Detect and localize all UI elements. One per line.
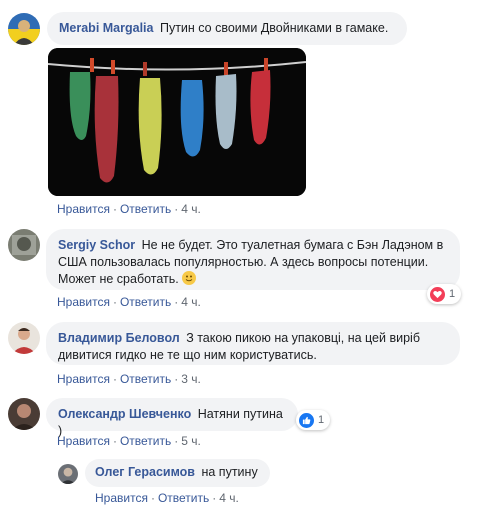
like-link[interactable]: Нравится bbox=[57, 372, 110, 386]
avatar[interactable] bbox=[58, 464, 78, 484]
separator: · bbox=[174, 434, 179, 448]
separator: · bbox=[112, 372, 117, 386]
reaction-count: 1 bbox=[318, 414, 325, 426]
comment-actions: Нравится · Ответить · 4 ч. bbox=[57, 202, 201, 216]
avatar[interactable] bbox=[8, 322, 40, 354]
comment-text: Путин со своими Двойниками в гамаке. bbox=[159, 21, 389, 35]
like-link[interactable]: Нравится bbox=[57, 434, 110, 448]
comment-actions: Нравится · Ответить · 4 ч. bbox=[57, 295, 201, 309]
timestamp[interactable]: 4 ч. bbox=[181, 202, 201, 216]
reaction-count: 1 bbox=[449, 288, 456, 300]
reply-link[interactable]: Ответить bbox=[120, 202, 171, 216]
comment-bubble: Владимир Беловол З такою пикою на упаков… bbox=[46, 322, 460, 365]
avatar[interactable] bbox=[8, 13, 40, 45]
separator: · bbox=[112, 202, 117, 216]
avatar[interactable] bbox=[8, 398, 40, 430]
heart-icon bbox=[430, 286, 445, 302]
comment-bubble: Олег Герасимов на путину bbox=[85, 459, 270, 487]
comment-actions: Нравится · Ответить · 4 ч. bbox=[95, 491, 239, 505]
like-link[interactable]: Нравится bbox=[57, 295, 110, 309]
separator: · bbox=[212, 491, 217, 505]
comment-bubble: Sergiy Schor Не не будет. Это туалетная … bbox=[46, 229, 460, 290]
comment-photo[interactable] bbox=[48, 48, 306, 196]
timestamp[interactable]: 3 ч. bbox=[181, 372, 201, 386]
author-name[interactable]: Sergiy Schor bbox=[58, 238, 135, 252]
like-link[interactable]: Нравится bbox=[57, 202, 110, 216]
comment-bubble: Merabi Margalia Путин со своими Двойника… bbox=[47, 12, 407, 45]
thumbs-up-icon bbox=[299, 412, 314, 428]
separator: · bbox=[150, 491, 155, 505]
like-link[interactable]: Нравится bbox=[95, 491, 148, 505]
separator: · bbox=[112, 434, 117, 448]
separator: · bbox=[174, 295, 179, 309]
author-name[interactable]: Владимир Беловол bbox=[58, 331, 180, 345]
comment-actions: Нравится · Ответить · 5 ч. bbox=[57, 434, 201, 448]
separator: · bbox=[112, 295, 117, 309]
author-name[interactable]: Олександр Шевченко bbox=[58, 407, 191, 421]
slightly-smiling-face-emoji bbox=[182, 271, 197, 285]
separator: · bbox=[174, 202, 179, 216]
reply-link[interactable]: Ответить bbox=[158, 491, 209, 505]
comment-bubble: Олександр Шевченко Натяни путина ) bbox=[46, 398, 298, 438]
timestamp[interactable]: 5 ч. bbox=[181, 434, 201, 448]
separator: · bbox=[174, 372, 179, 386]
avatar[interactable] bbox=[8, 229, 40, 261]
reply-link[interactable]: Ответить bbox=[120, 372, 171, 386]
comment-actions: Нравится · Ответить · 3 ч. bbox=[57, 372, 201, 386]
timestamp[interactable]: 4 ч. bbox=[181, 295, 201, 309]
reply-link[interactable]: Ответить bbox=[120, 434, 171, 448]
comment-text: на путину bbox=[201, 465, 258, 479]
author-name[interactable]: Олег Герасимов bbox=[95, 465, 195, 479]
timestamp[interactable]: 4 ч. bbox=[219, 491, 239, 505]
reaction-badge[interactable]: 1 bbox=[296, 410, 331, 430]
author-name[interactable]: Merabi Margalia bbox=[59, 21, 153, 35]
reply-link[interactable]: Ответить bbox=[120, 295, 171, 309]
reaction-badge[interactable]: 1 bbox=[427, 284, 462, 304]
